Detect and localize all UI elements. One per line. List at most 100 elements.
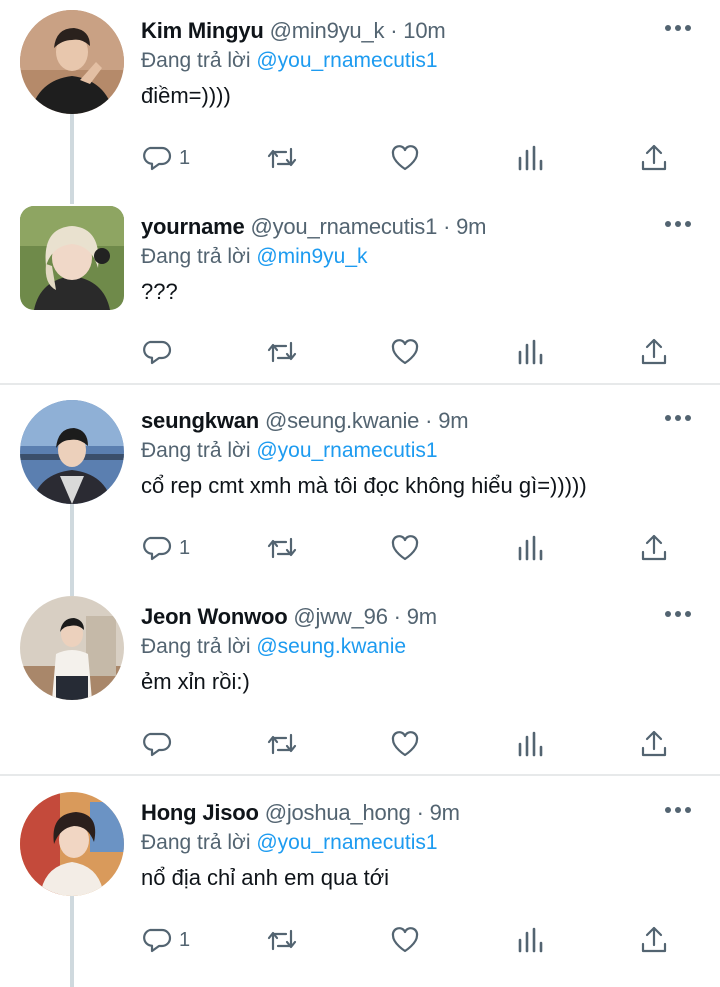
- username[interactable]: @you_rnamecutis1: [250, 214, 437, 239]
- share-button[interactable]: [638, 141, 670, 175]
- timestamp[interactable]: 9m: [438, 408, 468, 433]
- retweet-icon: [267, 733, 297, 755]
- action-bar: 1: [0, 141, 720, 175]
- reply-button[interactable]: [141, 335, 179, 369]
- replying-to-label: Đang trả lời: [141, 49, 251, 72]
- reply-icon: [143, 340, 172, 365]
- timestamp[interactable]: 9m: [407, 604, 437, 629]
- analytics-button[interactable]: [516, 531, 546, 565]
- tweet-header: Jeon Wonwoo @jww_96 · 9m: [141, 602, 437, 632]
- like-icon: [391, 731, 419, 757]
- mention-link[interactable]: @min9yu_k: [256, 245, 367, 268]
- username[interactable]: @min9yu_k: [270, 18, 385, 43]
- more-options-icon[interactable]: [664, 606, 692, 622]
- action-bar: [0, 335, 720, 369]
- avatar[interactable]: [20, 206, 124, 310]
- mention-link[interactable]: @you_rnamecutis1: [256, 439, 437, 462]
- tweet-text: ẻm xỉn rồi:): [141, 669, 250, 694]
- action-bar: [0, 727, 720, 761]
- display-name[interactable]: seungkwan: [141, 408, 259, 433]
- retweet-icon: [267, 341, 297, 363]
- tweet[interactable]: Hong Jisoo @joshua_hong · 9m Đang trả lờ…: [0, 782, 720, 987]
- separator-dot: ·: [416, 800, 424, 825]
- reply-button[interactable]: [141, 727, 179, 761]
- divider: [0, 383, 720, 385]
- share-button[interactable]: [638, 923, 670, 957]
- reply-icon: [143, 536, 172, 561]
- share-icon: [641, 926, 667, 953]
- like-icon: [391, 145, 419, 171]
- more-options-icon[interactable]: [664, 20, 692, 36]
- replying-to: Đang trả lời @seung.kwanie: [141, 633, 406, 661]
- retweet-button[interactable]: [264, 141, 300, 175]
- mention-link[interactable]: @you_rnamecutis1: [256, 831, 437, 854]
- share-button[interactable]: [638, 335, 670, 369]
- reply-icon: [143, 146, 172, 171]
- retweet-icon: [267, 537, 297, 559]
- analytics-button[interactable]: [516, 727, 546, 761]
- like-button[interactable]: [389, 727, 421, 761]
- replying-to: Đang trả lời @min9yu_k: [141, 243, 368, 271]
- separator-dot: ·: [425, 408, 433, 433]
- retweet-icon: [267, 147, 297, 169]
- divider: [0, 774, 720, 776]
- username[interactable]: @seung.kwanie: [265, 408, 419, 433]
- username[interactable]: @jww_96: [293, 604, 388, 629]
- retweet-button[interactable]: [264, 531, 300, 565]
- like-button[interactable]: [389, 923, 421, 957]
- retweet-button[interactable]: [264, 335, 300, 369]
- action-bar: 1: [0, 531, 720, 565]
- reply-button[interactable]: 1: [141, 141, 190, 175]
- analytics-button[interactable]: [516, 335, 546, 369]
- display-name[interactable]: Hong Jisoo: [141, 800, 259, 825]
- like-icon: [391, 339, 419, 365]
- more-options-icon[interactable]: [664, 216, 692, 232]
- mention-link[interactable]: @seung.kwanie: [256, 635, 406, 658]
- display-name[interactable]: Jeon Wonwoo: [141, 604, 288, 629]
- timestamp[interactable]: 9m: [456, 214, 486, 239]
- separator-dot: ·: [443, 214, 451, 239]
- tweet[interactable]: seungkwan @seung.kwanie · 9m Đang trả lờ…: [0, 390, 720, 586]
- analytics-button[interactable]: [516, 141, 546, 175]
- replying-to-label: Đang trả lời: [141, 831, 251, 854]
- replying-to-label: Đang trả lời: [141, 439, 251, 462]
- replying-to: Đang trả lời @you_rnamecutis1: [141, 437, 438, 465]
- like-button[interactable]: [389, 141, 421, 175]
- more-options-icon[interactable]: [664, 410, 692, 426]
- replying-to: Đang trả lời @you_rnamecutis1: [141, 829, 438, 857]
- reply-icon: [143, 732, 172, 757]
- share-button[interactable]: [638, 531, 670, 565]
- tweet-text: ???: [141, 279, 178, 304]
- tweet[interactable]: yourname @you_rnamecutis1 · 9m Đang trả …: [0, 196, 720, 383]
- timestamp[interactable]: 9m: [430, 800, 460, 825]
- like-button[interactable]: [389, 335, 421, 369]
- reply-button[interactable]: 1: [141, 531, 190, 565]
- share-icon: [641, 730, 667, 757]
- analytics-button[interactable]: [516, 923, 546, 957]
- more-options-icon[interactable]: [664, 802, 692, 818]
- action-bar: 1: [0, 923, 720, 957]
- avatar[interactable]: [20, 400, 124, 504]
- tweet[interactable]: Kim Mingyu @min9yu_k · 10m Đang trả lời …: [0, 0, 720, 196]
- analytics-icon: [518, 535, 543, 561]
- display-name[interactable]: Kim Mingyu: [141, 18, 264, 43]
- tweet-header: yourname @you_rnamecutis1 · 9m: [141, 212, 486, 242]
- avatar[interactable]: [20, 10, 124, 114]
- tweet[interactable]: Jeon Wonwoo @jww_96 · 9m Đang trả lời @s…: [0, 586, 720, 774]
- replying-to-label: Đang trả lời: [141, 245, 251, 268]
- retweet-button[interactable]: [264, 727, 300, 761]
- share-button[interactable]: [638, 727, 670, 761]
- retweet-button[interactable]: [264, 923, 300, 957]
- avatar[interactable]: [20, 792, 124, 896]
- like-button[interactable]: [389, 531, 421, 565]
- display-name[interactable]: yourname: [141, 214, 245, 239]
- reply-count: 1: [179, 928, 191, 951]
- share-icon: [641, 338, 667, 365]
- reply-button[interactable]: 1: [141, 923, 190, 957]
- mention-link[interactable]: @you_rnamecutis1: [256, 49, 437, 72]
- username[interactable]: @joshua_hong: [265, 800, 411, 825]
- replying-to: Đang trả lời @you_rnamecutis1: [141, 47, 438, 75]
- avatar[interactable]: [20, 596, 124, 700]
- analytics-icon: [518, 145, 543, 171]
- timestamp[interactable]: 10m: [403, 18, 445, 43]
